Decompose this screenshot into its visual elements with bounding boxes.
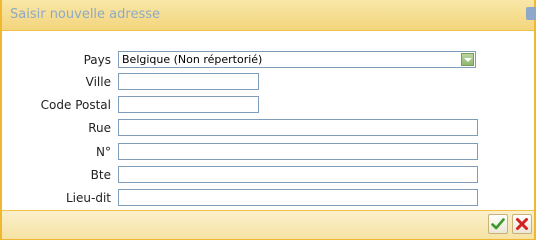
pays-row: Pays Belgique (Non répertorié) — [2, 51, 534, 71]
boite-input[interactable] — [118, 166, 478, 183]
window-control-icon[interactable] — [526, 7, 536, 20]
address-dialog: Saisir nouvelle adresse Pays Belgique (N… — [0, 0, 536, 240]
dialog-title: Saisir nouvelle adresse — [10, 7, 160, 22]
pays-select[interactable]: Belgique (Non répertorié) — [118, 51, 476, 68]
dialog-footer — [2, 210, 534, 239]
boite-row: Bte — [2, 166, 534, 186]
rue-input[interactable] — [118, 119, 478, 136]
ville-input[interactable] — [118, 73, 259, 90]
ville-row: Ville — [2, 73, 534, 93]
rue-row: Rue — [2, 119, 534, 139]
lieu-dit-input[interactable] — [118, 189, 478, 206]
boite-label: Bte — [90, 168, 111, 182]
numero-input[interactable] — [118, 143, 478, 160]
confirm-button[interactable] — [488, 214, 508, 234]
lieu-dit-label: Lieu-dit — [66, 191, 111, 205]
close-icon — [516, 218, 528, 230]
numero-label: N° — [96, 145, 111, 159]
pays-selected-value: Belgique (Non répertorié) — [122, 53, 263, 66]
dialog-titlebar[interactable]: Saisir nouvelle adresse — [2, 0, 536, 31]
pays-label: Pays — [83, 53, 111, 67]
code-postal-input[interactable] — [118, 96, 259, 113]
check-icon — [491, 218, 505, 230]
rue-label: Rue — [88, 121, 111, 135]
lieu-dit-row: Lieu-dit — [2, 189, 534, 209]
numero-row: N° — [2, 143, 534, 163]
code-postal-label: Code Postal — [40, 98, 111, 112]
ville-label: Ville — [85, 75, 111, 89]
cancel-button[interactable] — [512, 214, 532, 234]
code-postal-row: Code Postal — [2, 96, 534, 116]
chevron-down-icon[interactable] — [461, 53, 474, 66]
